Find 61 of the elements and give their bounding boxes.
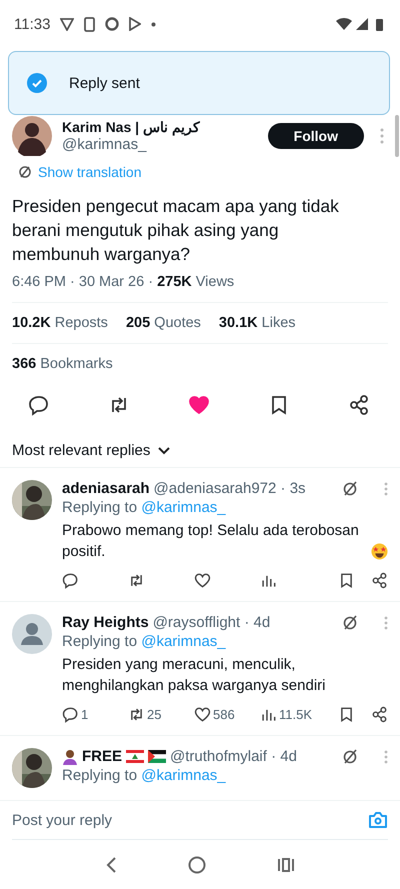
share-icon[interactable] <box>348 394 370 416</box>
reply-author: adeniasarah <box>62 480 150 497</box>
reply-author: FREE <box>82 748 122 765</box>
bookmark-icon[interactable] <box>338 572 355 589</box>
reply-icon[interactable] <box>62 706 79 723</box>
repost-count: 25 <box>147 707 162 722</box>
replying-to: Replying to @karimnas_ <box>62 633 227 650</box>
recents-icon[interactable] <box>276 856 295 872</box>
reply-handle: @truthofmylaif · 4d <box>170 748 297 765</box>
person-icon <box>62 748 78 764</box>
stat-count[interactable]: 10.2K Reposts <box>12 315 108 331</box>
bookmark-count[interactable]: 366 Bookmarks <box>12 356 113 372</box>
stat-count[interactable]: 205 Quotes <box>126 315 201 331</box>
reply-card[interactable]: adeniasarah @adeniasarah972 · 3s Replying to @karimnas_ Prabowo memang top! Selalu ada terobosan positif. <box>0 468 400 602</box>
dot-icon <box>151 22 156 26</box>
flag-icon <box>126 750 144 763</box>
flag-icon <box>148 750 166 763</box>
star-eyes-emoji-icon <box>371 543 388 560</box>
reply-input-field[interactable]: Post your reply <box>12 812 368 828</box>
toast-text: Reply sent <box>69 74 140 92</box>
author-handle: @karimnas_ <box>62 136 148 153</box>
reply-text: Prabowo memang top! Selalu ada terobosan positif. <box>62 521 360 562</box>
repost-icon[interactable] <box>128 572 145 589</box>
bookmark-icon[interactable] <box>338 706 355 723</box>
follow-button[interactable]: Follow <box>268 123 364 149</box>
heart-icon[interactable] <box>194 706 211 723</box>
clock: 11:33 <box>14 16 50 32</box>
reply-count: 1 <box>81 707 88 722</box>
sort-label[interactable]: Most relevant replies <box>12 442 150 459</box>
replying-to: Replying to @karimnas_ <box>62 767 227 784</box>
reply-text: Presiden yang meracuni, menculik, menghilangkan paksa warganya sendiri <box>62 655 326 696</box>
author-name: Karim Nas | كريم ناس <box>62 119 201 136</box>
reply-card[interactable]: Ray Heights @raysofflight · 4d Replying to @karimnas_ Presiden yang meracuni, menculik, menghilangkan paksa warganya sendiri 1 25 586 11.5K <box>0 602 400 736</box>
back-icon[interactable] <box>105 856 118 874</box>
repost-icon[interactable] <box>128 706 145 723</box>
reply-icon[interactable] <box>28 394 50 416</box>
reply-handle: @adeniasarah972 · 3s <box>154 480 306 497</box>
share-icon[interactable] <box>371 706 388 723</box>
heart-icon[interactable] <box>194 572 211 589</box>
scrollbar[interactable] <box>395 115 399 157</box>
views-count: 11.5K <box>279 707 312 722</box>
play-icon <box>129 17 142 31</box>
home-icon[interactable] <box>188 856 206 874</box>
tweet-meta: 6:46 PM · 30 Mar 26 · 275K Views <box>12 274 236 290</box>
phone-icon <box>84 16 96 32</box>
triangle-icon <box>60 17 74 31</box>
share-icon[interactable] <box>371 572 388 589</box>
replying-to: Replying to @karimnas_ <box>62 499 227 516</box>
chevron-down-icon[interactable] <box>158 446 170 454</box>
tweet-text: Presiden pengecut macam apa yang tidak berani mengutuk pihak asing yang membunuh warganya? <box>12 195 340 266</box>
reply-card[interactable]: FREE @truthofmylaif · 4d Replying to @karimnas_ <box>0 736 400 801</box>
system-status-icons <box>336 17 386 31</box>
like-count: 586 <box>213 707 235 722</box>
check-icon <box>27 73 47 93</box>
ring-icon <box>105 17 120 31</box>
stat-count[interactable]: 30.1K Likes <box>218 315 296 331</box>
camera-icon[interactable] <box>368 811 388 829</box>
avatar[interactable] <box>12 116 52 156</box>
reply-handle: @raysofflight · 4d <box>152 614 270 631</box>
reply-author: Ray Heights <box>62 614 149 631</box>
reply-icon[interactable] <box>62 572 79 589</box>
